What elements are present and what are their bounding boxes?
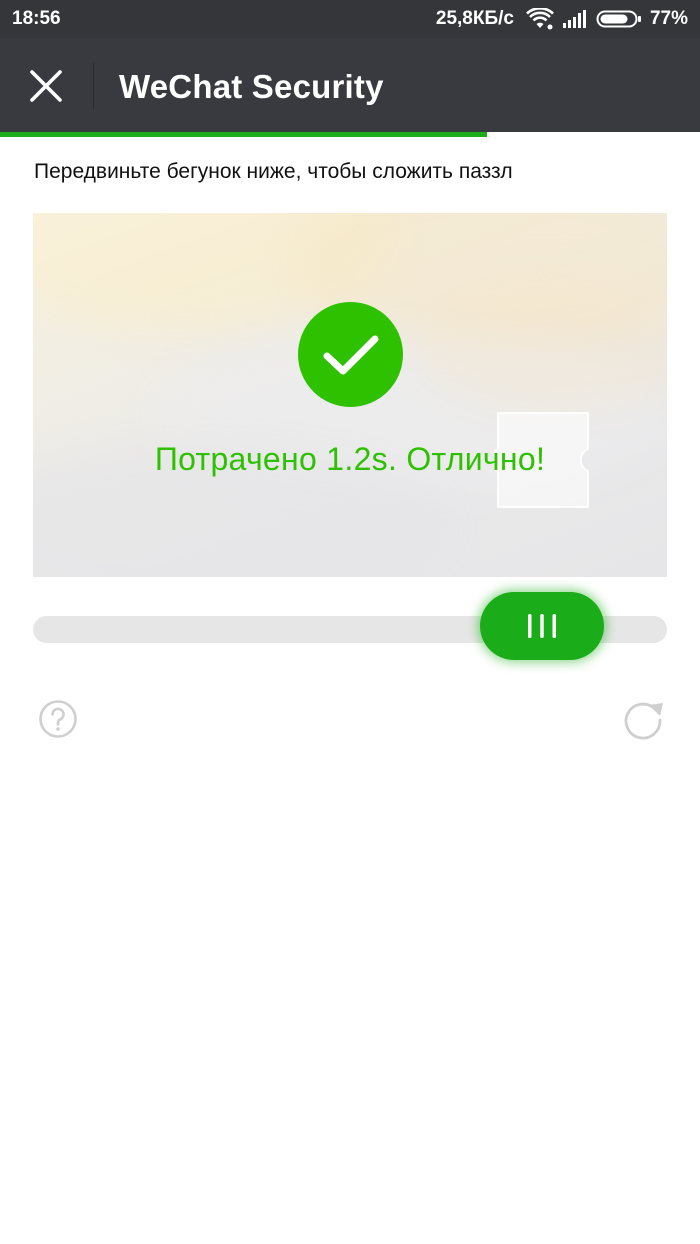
checkmark-icon (321, 332, 381, 378)
help-button[interactable] (38, 699, 78, 739)
app-header: WeChat Security (0, 38, 700, 132)
close-icon (29, 69, 63, 103)
battery-percentage: 77% (649, 8, 688, 29)
instruction-text: Передвиньте бегунок ниже, чтобы сложить … (34, 160, 513, 183)
grip-lines-icon (524, 613, 560, 639)
success-badge (298, 302, 403, 407)
status-indicators: 25,8КБ/с 77% (436, 7, 688, 31)
battery-icon (596, 9, 642, 29)
page-load-progress (0, 132, 700, 137)
page-load-progress-fill (0, 132, 487, 137)
wifi-icon (526, 8, 554, 30)
page-title: WeChat Security (119, 68, 384, 105)
slider-handle[interactable] (480, 592, 604, 660)
puzzle-image: Потрачено 1.2s. Отлично! (33, 213, 667, 577)
status-time: 18:56 (12, 8, 61, 29)
close-button[interactable] (14, 54, 78, 118)
refresh-button[interactable] (620, 697, 666, 743)
network-speed: 25,8КБ/с (435, 8, 514, 29)
cellular-signal-icon (562, 9, 588, 29)
header-divider (93, 63, 94, 109)
refresh-icon (620, 697, 666, 743)
success-message: Потрачено 1.2s. Отлично! (154, 441, 546, 477)
status-bar: 18:56 25,8КБ/с 77% (0, 0, 700, 38)
help-icon (38, 699, 78, 739)
